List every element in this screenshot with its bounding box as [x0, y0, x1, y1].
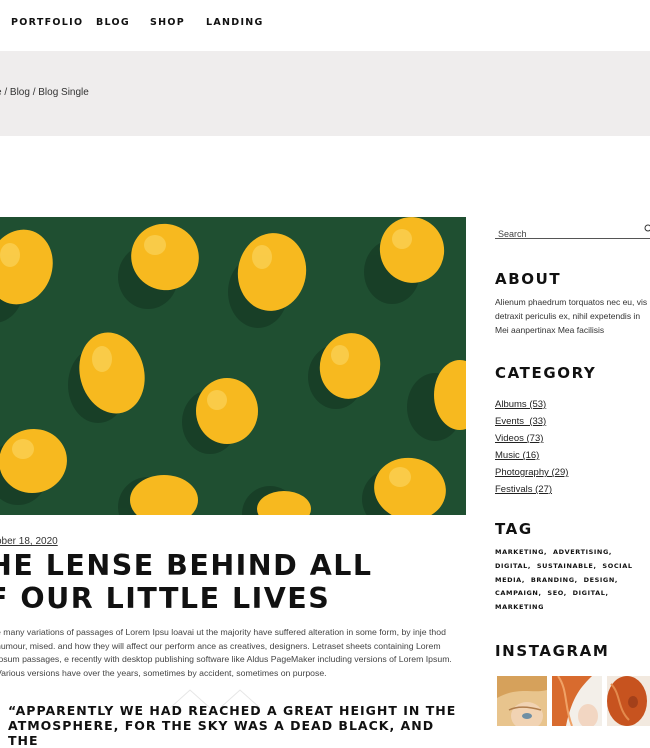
post-blockquote: “Apparently we had reached a great heigh… — [8, 703, 457, 748]
tag-cloud: Marketing, Advertising, Digital, Sustain… — [495, 546, 650, 615]
instagram-thumbnail — [607, 676, 650, 726]
nav-blog[interactable]: Blog — [96, 17, 130, 28]
breadcrumb-band — [0, 51, 650, 136]
tag-link[interactable]: Sustainable, — [537, 562, 597, 570]
post-title-line-2: F OUR LITTLE LIVES — [0, 582, 331, 615]
post-body: e many variations of passages of Lorem I… — [0, 627, 452, 678]
tag-link[interactable]: Marketing — [495, 603, 544, 611]
tag-link[interactable]: SEO, — [547, 589, 566, 597]
search-box — [495, 222, 650, 242]
search-input[interactable] — [495, 226, 638, 242]
tag-link[interactable]: Campaign, — [495, 589, 542, 597]
instagram-photo[interactable] — [552, 676, 602, 726]
instagram-photo[interactable] — [497, 676, 547, 726]
instagram-photo[interactable] — [607, 676, 650, 726]
about-title: About — [495, 270, 562, 288]
tag-link[interactable]: Branding, — [531, 576, 578, 584]
search-icon[interactable] — [644, 224, 650, 232]
post-date[interactable]: ober 18, 2020 — [0, 536, 58, 547]
nav-landing[interactable]: Landing — [206, 17, 264, 28]
post-title-line-1: HE LENSE BEHIND ALL — [0, 549, 373, 582]
category-list: Albums (53) Events (33) Videos (73) Musi… — [495, 392, 568, 495]
category-link-festivals[interactable]: Festivals (27) — [495, 484, 552, 495]
instagram-thumbnail — [552, 676, 602, 726]
about-text: Alienum phaedrum torquatos nec eu, vis d… — [495, 297, 648, 335]
tag-link[interactable]: Media, — [495, 576, 525, 584]
instagram-title: Instagram — [495, 642, 610, 660]
nav-shop[interactable]: Shop — [150, 17, 185, 28]
tag-link[interactable]: Design, — [584, 576, 618, 584]
tag-link[interactable]: Digital, — [495, 562, 531, 570]
tag-link[interactable]: Social — [602, 562, 632, 570]
tag-link[interactable]: Advertising, — [553, 548, 612, 556]
post-title: HE LENSE BEHIND ALL F OUR LITTLE LIVES — [0, 549, 458, 615]
tag-link[interactable]: Marketing, — [495, 548, 547, 556]
list-item: Albums (53) — [495, 392, 568, 410]
list-item: Videos (73) — [495, 426, 568, 444]
lemons-illustration — [0, 217, 466, 515]
category-title: Category — [495, 364, 597, 382]
tag-link[interactable]: Digital, — [573, 589, 609, 597]
list-item: Photography (29) — [495, 460, 568, 478]
list-item: Music (16) — [495, 443, 568, 461]
list-item: Festivals (27) — [495, 477, 568, 495]
post-featured-image[interactable] — [0, 217, 466, 515]
breadcrumb: e / Blog / Blog Single — [0, 87, 89, 98]
nav-portfolio[interactable]: Portfolio — [11, 17, 83, 28]
tag-title: Tag — [495, 520, 533, 538]
list-item: Events (33) — [495, 409, 568, 427]
instagram-thumbnail — [497, 676, 547, 726]
top-navigation: Portfolio Blog Shop Landing — [0, 0, 650, 50]
